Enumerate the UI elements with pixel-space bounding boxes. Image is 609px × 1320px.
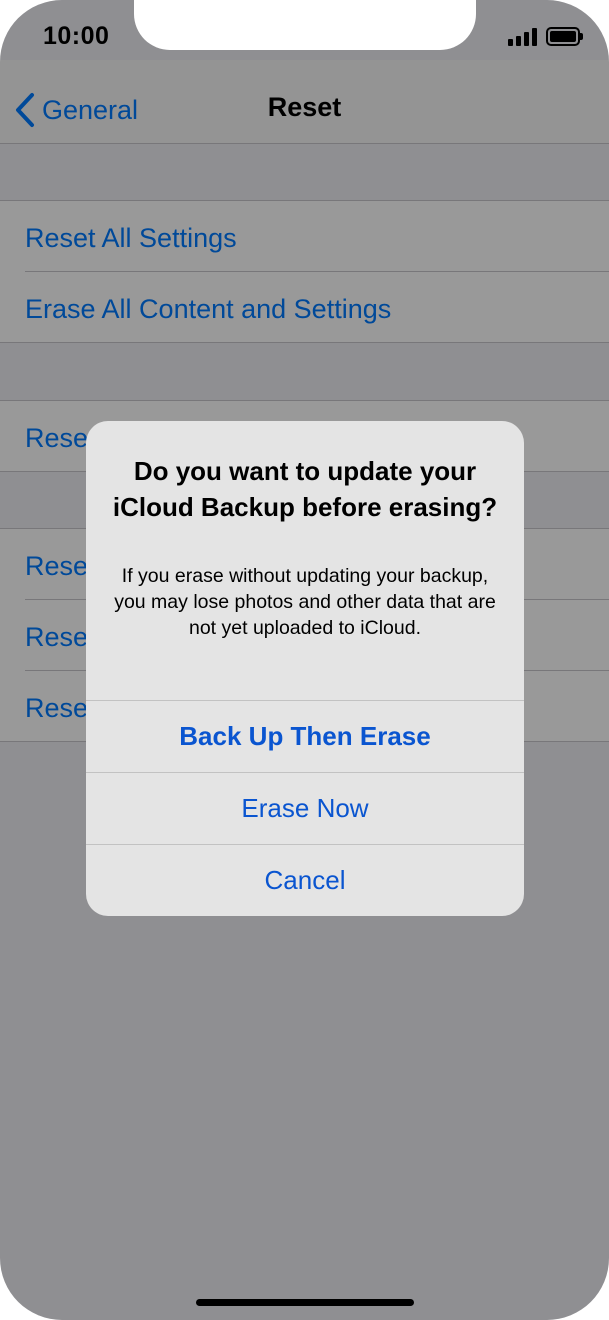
alert-title: Do you want to update your iCloud Backup… [112,456,498,522]
status-time: 10:00 [43,22,110,50]
cancel-button[interactable]: Cancel [86,844,524,916]
alert-message: If you erase without updating your backu… [114,565,496,639]
erase-now-button[interactable]: Erase Now [86,772,524,844]
phone-screen: 10:00 General Reset Reset All Settings E… [0,0,609,1320]
notch [134,0,476,50]
cellular-signal-icon [508,28,538,46]
home-indicator[interactable] [196,1299,414,1306]
backup-alert-dialog: Do you want to update your iCloud Backup… [86,421,524,916]
back-up-then-erase-button[interactable]: Back Up Then Erase [86,700,524,772]
battery-icon [546,27,583,46]
